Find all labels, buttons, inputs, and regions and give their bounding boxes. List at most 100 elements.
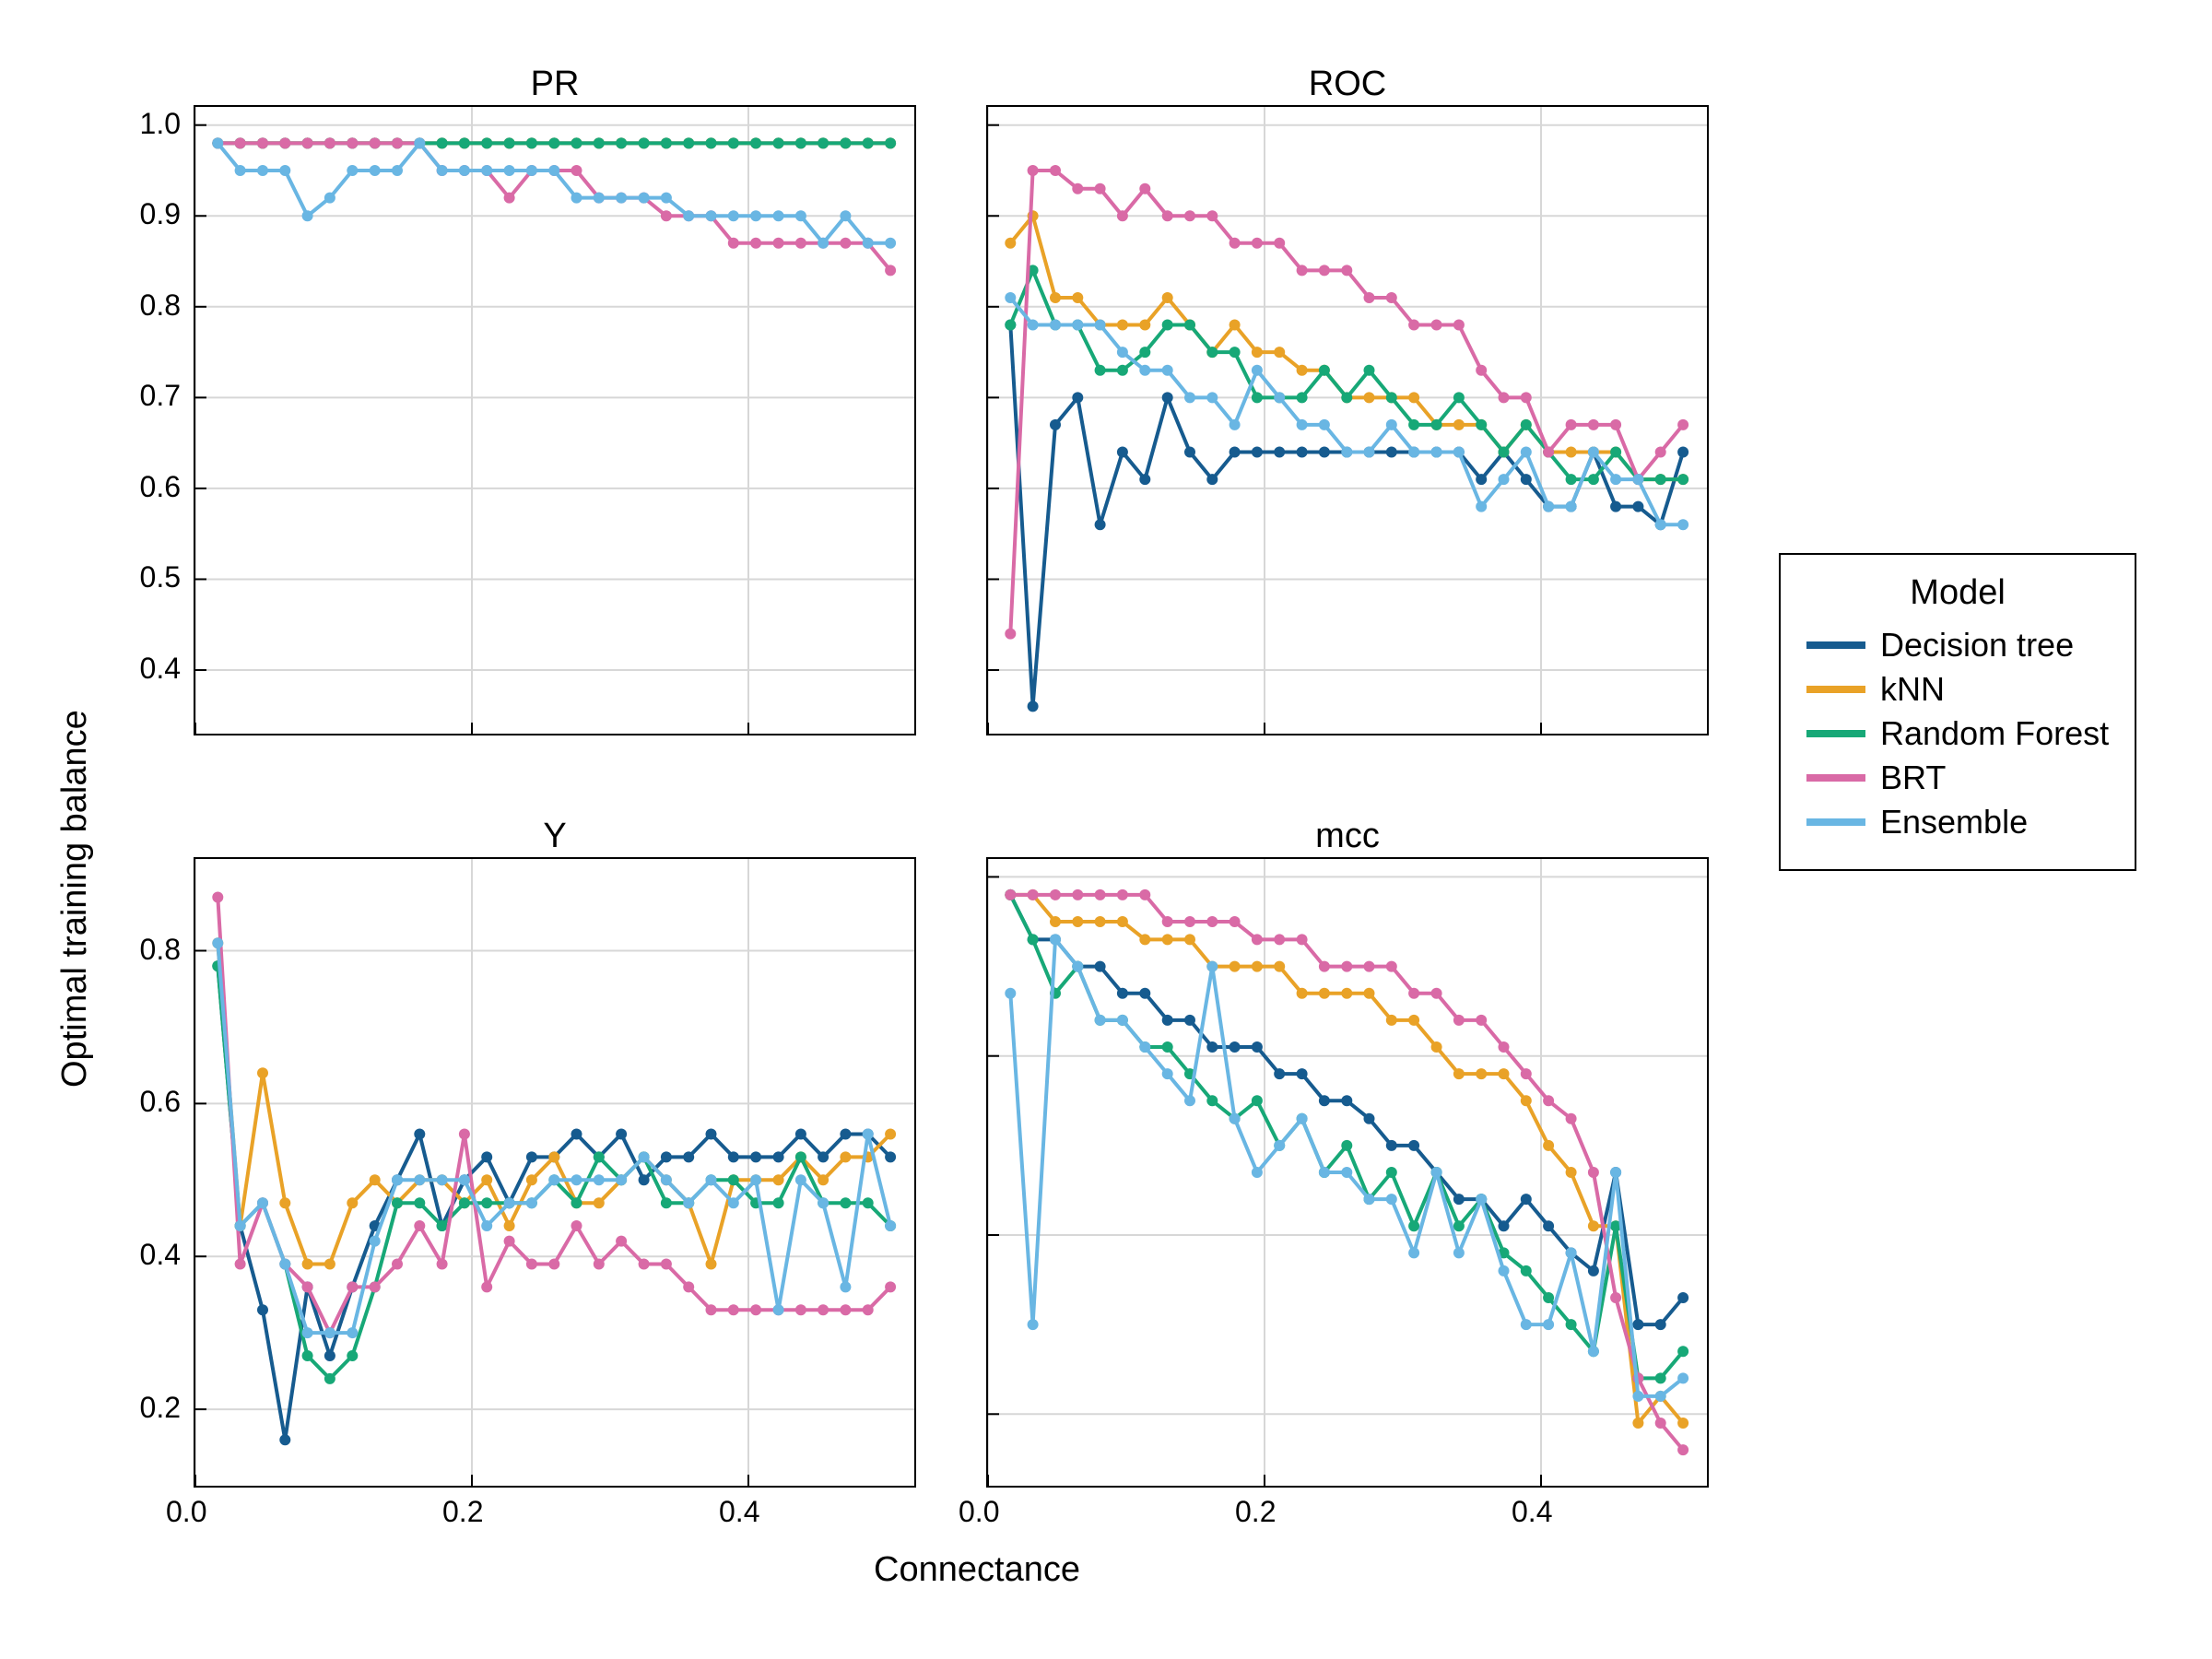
series-marker xyxy=(1499,1265,1510,1277)
series-marker xyxy=(661,137,672,148)
series-marker xyxy=(1610,1292,1621,1303)
series-marker xyxy=(370,1281,381,1292)
series-marker xyxy=(1274,238,1285,249)
series-marker xyxy=(683,1197,694,1208)
series-marker xyxy=(1453,1015,1465,1026)
series-marker xyxy=(840,238,851,249)
series-marker xyxy=(1543,1140,1554,1151)
series-marker xyxy=(863,1129,874,1140)
series-marker xyxy=(639,137,650,148)
series-marker xyxy=(1206,347,1218,358)
series-marker xyxy=(1341,988,1352,999)
series-marker xyxy=(594,193,605,204)
series-marker xyxy=(459,137,470,148)
series-marker xyxy=(1655,1319,1666,1330)
series-marker xyxy=(1050,916,1061,927)
series-marker xyxy=(840,1197,851,1208)
series-marker xyxy=(1206,474,1218,485)
series-marker xyxy=(1206,392,1218,403)
series-marker xyxy=(1230,916,1241,927)
series-marker xyxy=(1453,1220,1465,1231)
series-marker xyxy=(526,137,537,148)
series-marker xyxy=(370,1174,381,1185)
series-marker xyxy=(1184,320,1195,331)
series-marker xyxy=(706,137,717,148)
series-marker xyxy=(1005,629,1016,640)
series-marker xyxy=(616,1236,627,1247)
series-marker xyxy=(1050,165,1061,176)
panel-title: Y xyxy=(195,817,914,856)
series-marker xyxy=(840,137,851,148)
legend-row: kNN xyxy=(1806,670,2109,709)
legend-row: Random Forest xyxy=(1806,714,2109,753)
series-marker xyxy=(728,137,739,148)
series-marker xyxy=(324,1327,335,1338)
series-marker xyxy=(1005,889,1016,900)
series-marker xyxy=(324,193,335,204)
legend-swatch xyxy=(1806,730,1865,737)
y-tick-label: 0.5 xyxy=(140,560,181,594)
series-marker xyxy=(347,137,358,148)
series-marker xyxy=(1072,889,1083,900)
series-marker xyxy=(481,1174,492,1185)
series-marker xyxy=(1632,1418,1643,1429)
series-marker xyxy=(1453,320,1465,331)
series-marker xyxy=(1230,961,1241,972)
series-marker xyxy=(1386,392,1397,403)
series-marker xyxy=(1521,1265,1532,1277)
series-marker xyxy=(481,165,492,176)
legend-row: BRT xyxy=(1806,759,2109,797)
series-marker xyxy=(616,137,627,148)
series-marker xyxy=(212,892,223,903)
series-marker xyxy=(594,1259,605,1270)
series-marker xyxy=(1005,320,1016,331)
series-marker xyxy=(639,1151,650,1162)
series-marker xyxy=(1543,1220,1554,1231)
series-marker xyxy=(1655,474,1666,485)
series-marker xyxy=(1499,474,1510,485)
series-marker xyxy=(414,1129,425,1140)
series-line xyxy=(1010,216,1683,479)
series-marker xyxy=(1095,1015,1106,1026)
series-marker xyxy=(773,238,784,249)
series-marker xyxy=(1566,447,1577,458)
legend-row: Decision tree xyxy=(1806,626,2109,665)
series-marker xyxy=(773,1151,784,1162)
series-marker xyxy=(1408,988,1419,999)
series-marker xyxy=(1184,210,1195,221)
series-marker xyxy=(1206,210,1218,221)
series-marker xyxy=(1566,1319,1577,1330)
series-marker xyxy=(481,137,492,148)
y-tick-label: 0.9 xyxy=(140,197,181,231)
series-marker xyxy=(212,937,223,948)
series-marker xyxy=(1543,447,1554,458)
series-marker xyxy=(1095,889,1106,900)
series-marker xyxy=(1028,889,1039,900)
series-marker xyxy=(1162,916,1173,927)
series-marker xyxy=(1297,934,1308,945)
series-marker xyxy=(1566,501,1577,512)
series-marker xyxy=(1252,392,1263,403)
series-marker xyxy=(773,1197,784,1208)
series-marker xyxy=(1588,419,1599,430)
legend-label: Random Forest xyxy=(1880,714,2109,753)
series-marker xyxy=(1050,292,1061,303)
series-marker xyxy=(1610,447,1621,458)
y-tick-label: 0.4 xyxy=(140,652,181,686)
series-marker xyxy=(750,238,761,249)
series-marker xyxy=(504,137,515,148)
series-marker xyxy=(1162,392,1173,403)
series-marker xyxy=(795,1304,806,1315)
series-marker xyxy=(1319,1095,1330,1106)
plot-area xyxy=(195,107,914,734)
series-marker xyxy=(639,193,650,204)
legend-title: Model xyxy=(1806,573,2109,613)
series-marker xyxy=(1095,961,1106,972)
series-marker xyxy=(459,1197,470,1208)
series-marker xyxy=(1050,320,1061,331)
series-marker xyxy=(840,1304,851,1315)
series-marker xyxy=(1297,1068,1308,1079)
series-marker xyxy=(1319,988,1330,999)
series-marker xyxy=(235,1259,246,1270)
series-marker xyxy=(1139,183,1150,194)
